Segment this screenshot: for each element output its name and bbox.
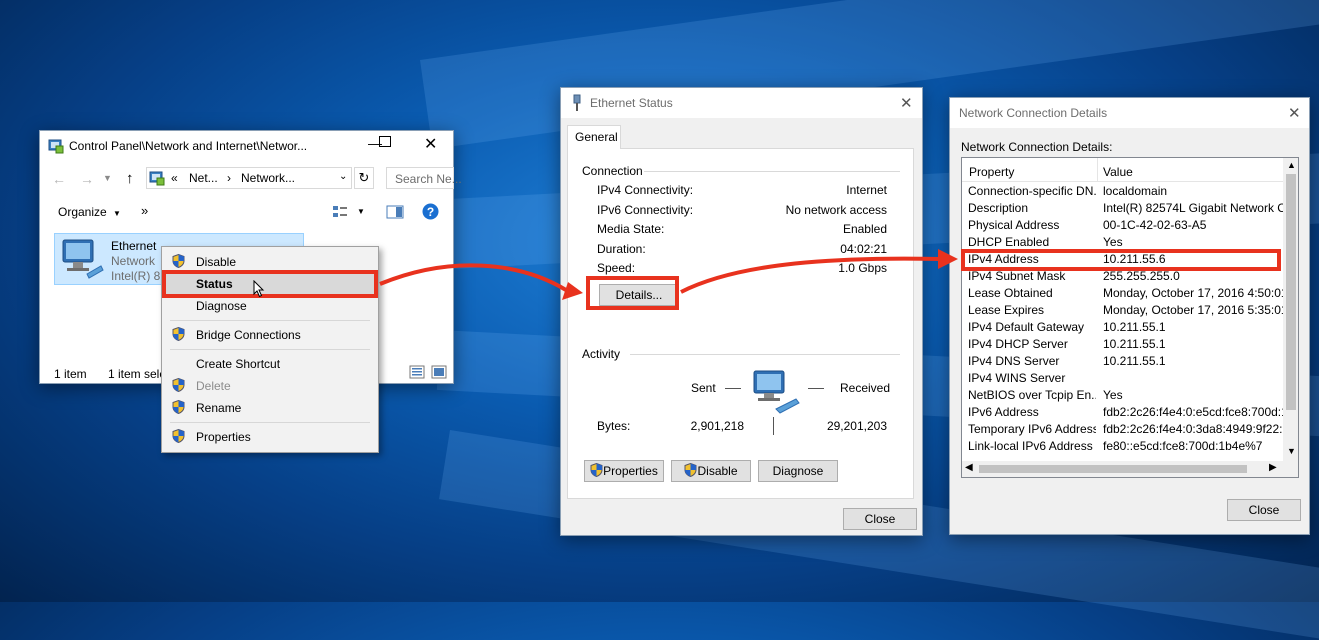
tab-general[interactable]: General: [567, 125, 621, 149]
arrow-details-to-ipv4: [680, 256, 941, 294]
arrow-head: [938, 249, 958, 269]
arrow-head: [562, 282, 583, 300]
flow-arrows: [379, 249, 958, 300]
arrow-status-to-details: [379, 263, 568, 292]
tab-general-label: General: [575, 130, 618, 144]
